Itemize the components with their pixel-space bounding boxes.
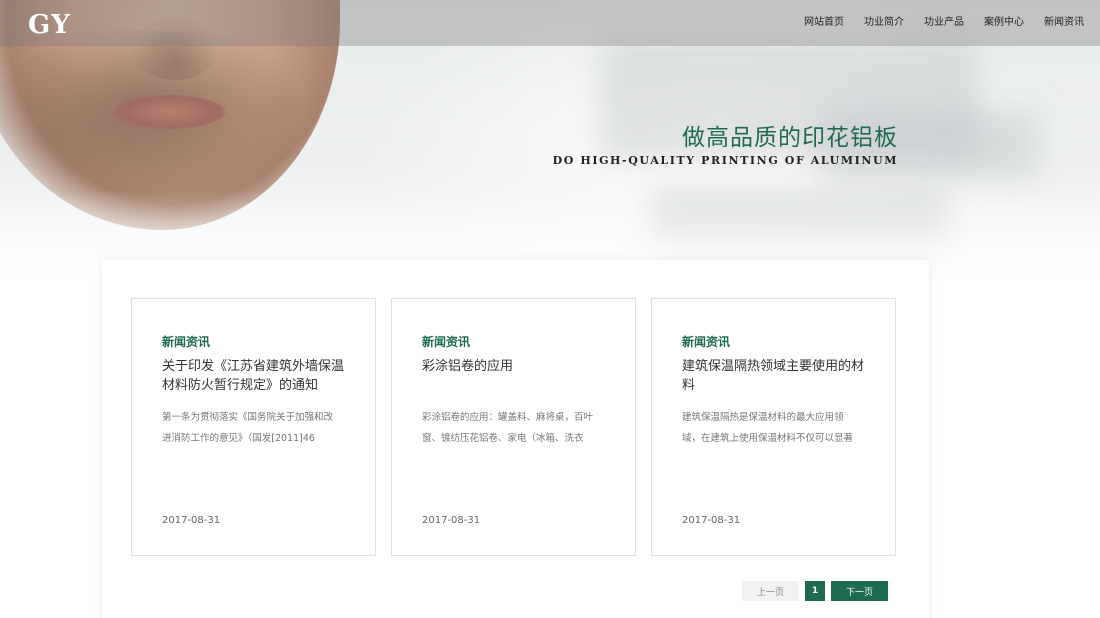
site-logo[interactable]: GY <box>28 10 71 40</box>
next-page-button[interactable]: 下一页 <box>831 581 888 601</box>
hero-slogan-en: DO HIGH-QUALITY PRINTING OF ALUMINUM <box>552 154 898 167</box>
news-card[interactable]: 新闻资讯 彩涂铝卷的应用 彩涂铝卷的应用：罐盖料、麻将桌，百叶窗、镀纺压花铝卷、… <box>391 298 636 556</box>
news-date: 2017-08-31 <box>422 515 481 526</box>
nav-item-about[interactable]: 功业简介 <box>864 13 904 28</box>
news-title[interactable]: 建筑保温隔热领域主要使用的材料 <box>682 357 867 395</box>
news-card[interactable]: 新闻资讯 关于印发《江苏省建筑外墙保温材料防火暂行规定》的通知 第一条为贯彻落实… <box>131 298 376 556</box>
news-card[interactable]: 新闻资讯 建筑保温隔热领域主要使用的材料 建筑保温隔热是保温材料的最大应用领域，… <box>651 298 896 556</box>
news-date: 2017-08-31 <box>162 515 221 526</box>
news-summary: 第一条为贯彻落实《国务院关于加强和改进消防工作的意见》（国发[2011]46 <box>162 412 334 444</box>
news-title[interactable]: 关于印发《江苏省建筑外墙保温材料防火暂行规定》的通知 <box>162 357 347 395</box>
news-category: 新闻资讯 <box>422 335 471 349</box>
news-summary: 彩涂铝卷的应用：罐盖料、麻将桌，百叶窗、镀纺压花铝卷、家电（冰箱、洗衣 <box>422 412 594 444</box>
nav-item-home[interactable]: 网站首页 <box>804 13 844 28</box>
news-category: 新闻资讯 <box>682 335 731 349</box>
prev-page-button[interactable]: 上一页 <box>742 581 799 601</box>
nav-item-cases[interactable]: 案例中心 <box>984 13 1024 28</box>
top-navbar: GY 网站首页 功业简介 功业产品 案例中心 新闻资讯 <box>0 0 1100 46</box>
news-summary: 建筑保温隔热是保温材料的最大应用领域，在建筑上使用保温材料不仅可以显著 <box>682 412 854 444</box>
news-date: 2017-08-31 <box>682 515 741 526</box>
pagination: 上一页 1 下一页 <box>742 581 888 601</box>
portrait-lips <box>115 95 225 129</box>
news-title[interactable]: 彩涂铝卷的应用 <box>422 357 607 376</box>
nav-item-products[interactable]: 功业产品 <box>924 13 964 28</box>
nav-item-news[interactable]: 新闻资讯 <box>1044 13 1084 28</box>
main-nav: 网站首页 功业简介 功业产品 案例中心 新闻资讯 <box>804 0 1084 40</box>
news-category: 新闻资讯 <box>162 335 211 349</box>
page-number-button[interactable]: 1 <box>805 581 825 601</box>
hero-slogan-cn: 做高品质的印花铝板 <box>682 125 898 151</box>
news-panel: 新闻资讯 关于印发《江苏省建筑外墙保温材料防火暂行规定》的通知 第一条为贯彻落实… <box>102 260 929 618</box>
